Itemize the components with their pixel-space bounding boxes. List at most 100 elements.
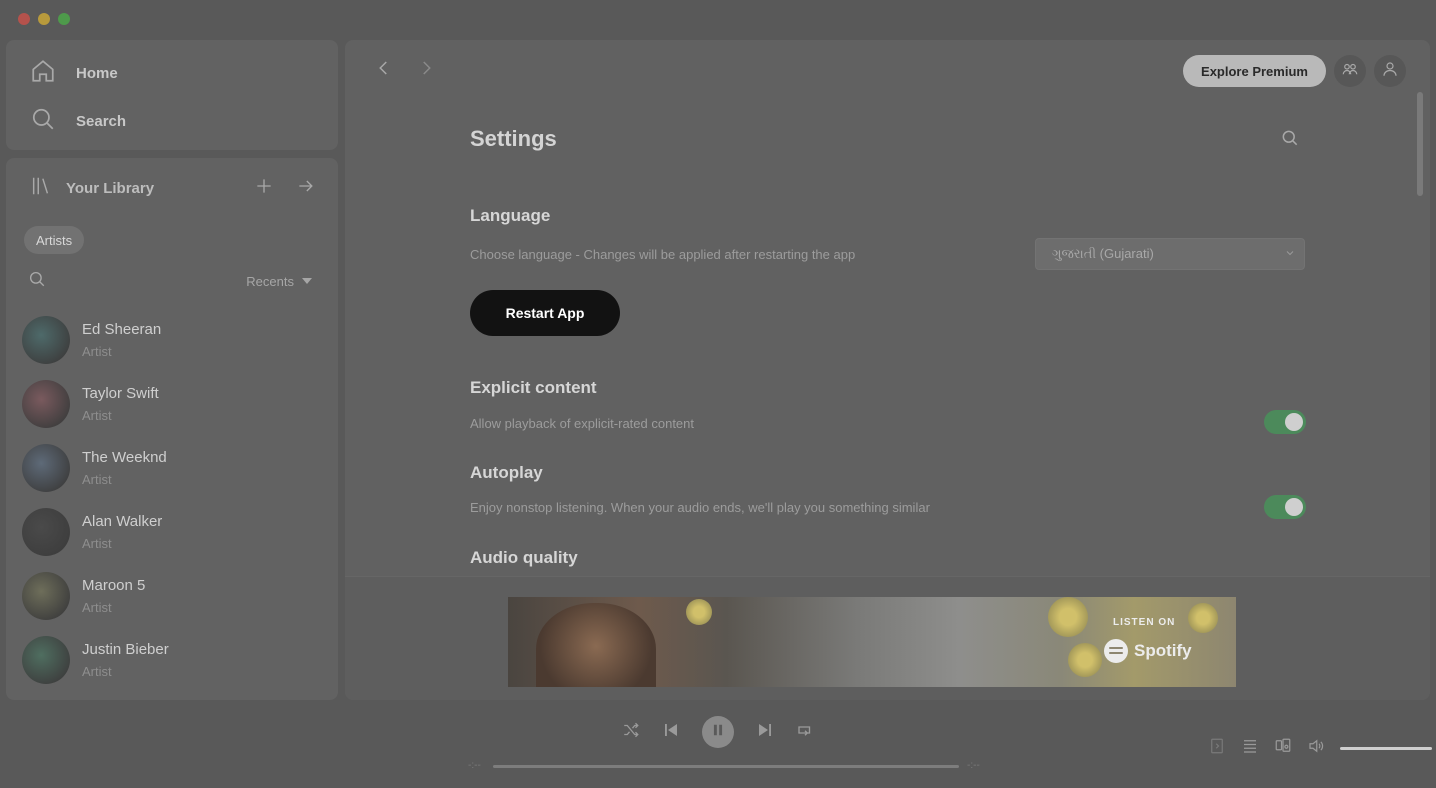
plus-icon[interactable] xyxy=(254,176,274,201)
chevron-down-icon xyxy=(1284,247,1296,262)
friend-activity-button[interactable] xyxy=(1334,55,1366,87)
spotify-logo-icon xyxy=(1104,639,1128,663)
artist-type: Artist xyxy=(82,408,112,423)
list-item[interactable]: Maroon 5 Artist xyxy=(22,564,338,628)
queue-icon[interactable] xyxy=(1241,737,1259,760)
artist-type: Artist xyxy=(82,344,112,359)
list-item[interactable]: Justin Bieber Artist xyxy=(22,628,338,692)
autoplay-description: Enjoy nonstop listening. When your audio… xyxy=(470,500,930,515)
library-panel: Your Library Artists Recents Ed Sheeran A… xyxy=(6,158,338,700)
volume-slider[interactable] xyxy=(1340,747,1432,750)
next-icon[interactable] xyxy=(756,721,774,744)
artist-name: Justin Bieber xyxy=(82,641,169,658)
library-title: Your Library xyxy=(66,179,155,197)
artist-type: Artist xyxy=(82,664,112,679)
time-total: -:-- xyxy=(967,760,980,771)
caret-down-icon xyxy=(302,278,312,284)
arrow-right-icon[interactable] xyxy=(296,176,316,201)
list-item[interactable]: Taylor Swift Artist xyxy=(22,372,338,436)
friends-icon xyxy=(1341,60,1359,83)
restart-app-button[interactable]: Restart App xyxy=(470,290,620,336)
filter-chip-artists[interactable]: Artists xyxy=(24,226,85,254)
avatar xyxy=(22,636,70,684)
ad-brand: Spotify xyxy=(1104,639,1192,663)
search-icon xyxy=(30,106,56,136)
minimize-window-button[interactable] xyxy=(38,13,50,25)
time-elapsed: -:-- xyxy=(468,760,481,771)
nav-search-label: Search xyxy=(76,112,127,130)
connect-device-icon[interactable] xyxy=(1274,737,1292,760)
avatar xyxy=(22,508,70,556)
forward-button[interactable] xyxy=(412,56,440,84)
library-icon xyxy=(30,175,52,201)
artist-name: Alan Walker xyxy=(82,513,163,530)
artist-name: Maroon 5 xyxy=(82,577,146,594)
artist-name: Taylor Swift xyxy=(82,385,159,402)
library-toggle[interactable]: Your Library xyxy=(30,175,254,201)
main-view: Explore Premium Settings Language Choose… xyxy=(345,40,1430,700)
ad-decoration xyxy=(1068,643,1102,677)
explore-premium-button[interactable]: Explore Premium xyxy=(1183,55,1326,87)
previous-icon[interactable] xyxy=(662,721,680,744)
progress-bar[interactable] xyxy=(493,765,959,768)
avatar xyxy=(22,380,70,428)
explicit-toggle[interactable] xyxy=(1264,410,1306,434)
language-selected: ગુજરાતી (Gujarati) xyxy=(1052,246,1154,261)
artist-type: Artist xyxy=(82,472,112,487)
top-bar: Explore Premium xyxy=(345,40,1430,102)
artist-name: Ed Sheeran xyxy=(82,321,162,338)
list-item[interactable]: Ed Sheeran Artist xyxy=(22,308,338,372)
ad-listen-on: LISTEN ON xyxy=(1113,617,1176,628)
home-icon xyxy=(30,58,56,88)
page-title: Settings xyxy=(470,126,557,151)
ad-decoration xyxy=(686,599,712,625)
nav-home-label: Home xyxy=(76,64,118,82)
playback-controls xyxy=(622,716,814,748)
back-button[interactable] xyxy=(370,56,398,84)
extra-controls xyxy=(1208,737,1432,760)
list-item[interactable]: The Weeknd Artist xyxy=(22,436,338,500)
user-icon xyxy=(1381,60,1399,83)
chevron-left-icon xyxy=(375,59,393,82)
explicit-title: Explicit content xyxy=(470,378,597,397)
now-playing-view-icon[interactable] xyxy=(1208,737,1226,760)
pause-button[interactable] xyxy=(702,716,734,748)
settings-search-icon[interactable] xyxy=(1280,128,1300,148)
autoplay-title: Autoplay xyxy=(470,463,543,482)
artist-list: Ed Sheeran Artist Taylor Swift Artist The … xyxy=(22,308,338,692)
sort-dropdown[interactable]: Recents xyxy=(246,274,312,289)
repeat-icon[interactable] xyxy=(796,721,814,744)
ad-banner[interactable]: LISTEN ON Spotify xyxy=(508,597,1236,687)
ad-decoration xyxy=(1048,597,1088,637)
sort-label: Recents xyxy=(246,273,294,289)
avatar xyxy=(22,444,70,492)
explicit-description: Allow playback of explicit-rated content xyxy=(470,416,695,431)
maximize-window-button[interactable] xyxy=(58,13,70,25)
language-select[interactable]: ગુજરાતી (Gujarati) xyxy=(1035,238,1305,270)
list-item[interactable]: Alan Walker Artist xyxy=(22,500,338,564)
pause-icon xyxy=(711,723,725,742)
nav-search[interactable]: Search xyxy=(30,106,126,136)
volume-icon[interactable] xyxy=(1307,737,1325,760)
artist-type: Artist xyxy=(82,536,112,551)
close-window-button[interactable] xyxy=(18,13,30,25)
language-description: Choose language - Changes will be applie… xyxy=(470,247,856,262)
player-bar: -:-- -:-- xyxy=(0,704,1436,788)
library-header: Your Library xyxy=(30,174,316,202)
shuffle-icon[interactable] xyxy=(622,721,640,744)
profile-button[interactable] xyxy=(1374,55,1406,87)
library-tools: Recents xyxy=(28,270,312,292)
artist-name: The Weeknd xyxy=(82,449,167,466)
artist-type: Artist xyxy=(82,600,112,615)
avatar xyxy=(22,316,70,364)
nav-home[interactable]: Home xyxy=(30,58,118,88)
autoplay-toggle[interactable] xyxy=(1264,495,1306,519)
ad-brand-name: Spotify xyxy=(1134,641,1192,660)
ad-decoration xyxy=(1188,603,1218,633)
library-search-icon[interactable] xyxy=(28,270,46,293)
language-title: Language xyxy=(470,206,551,225)
scrollbar[interactable] xyxy=(1417,92,1423,196)
nav-panel: Home Search xyxy=(6,40,338,150)
ad-artwork xyxy=(536,603,656,687)
avatar xyxy=(22,572,70,620)
